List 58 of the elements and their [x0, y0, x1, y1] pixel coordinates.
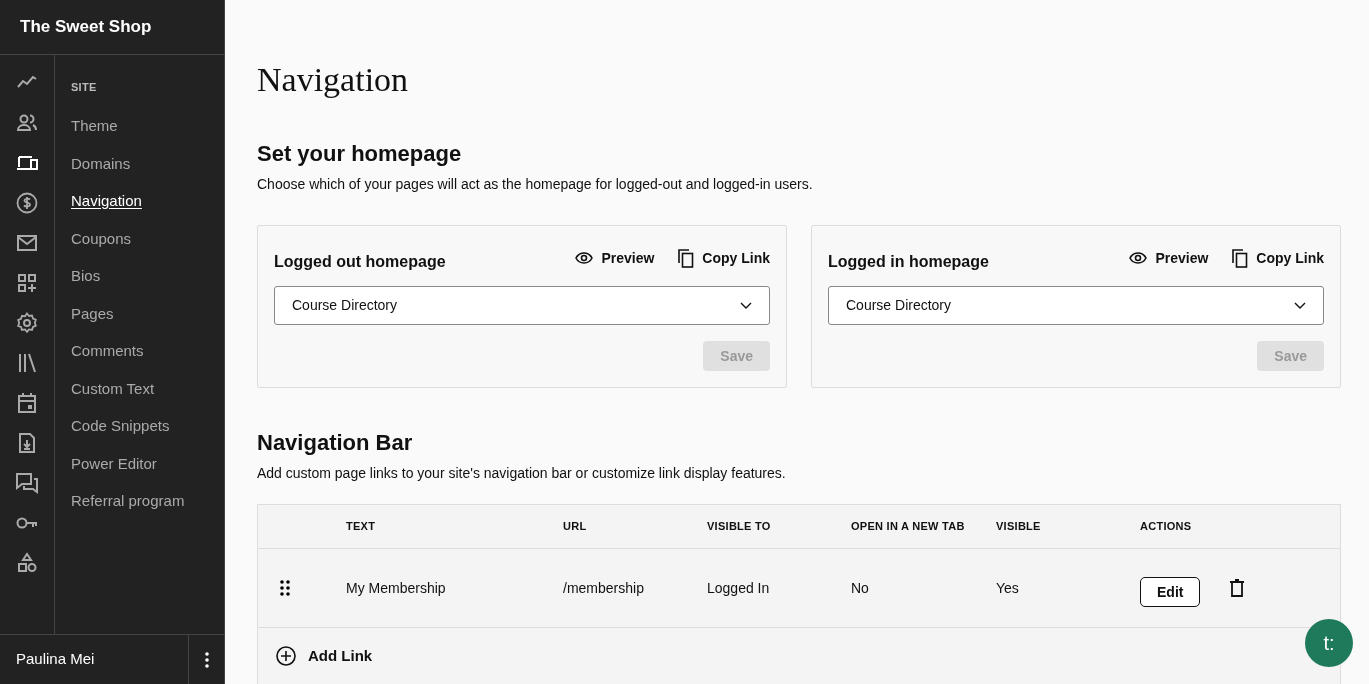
site-name: The Sweet Shop [20, 16, 152, 39]
sidebar-item[interactable]: Power Editor [71, 445, 224, 483]
user-name: Paulina Mei [15, 649, 96, 670]
sidebar-item[interactable]: Pages [71, 295, 224, 333]
sidebar-item[interactable]: Coupons [71, 220, 224, 258]
sidebar-item[interactable]: Code Snippets [71, 407, 224, 445]
section-title: Navigation Bar [257, 429, 414, 457]
copy-link-button[interactable]: Copy Link [678, 247, 770, 269]
table-cell-text: /membership [563, 578, 645, 598]
table-cell-text: My Membership [346, 578, 447, 598]
eye-icon [575, 252, 594, 264]
chevron-down-icon [1294, 302, 1306, 309]
sidebar-item[interactable]: Domains [71, 145, 224, 183]
chat-button[interactable]: t: [1305, 619, 1353, 667]
homepage-dropdown[interactable]: Course Directory [828, 286, 1324, 325]
section-description: Add custom page links to your site's navigation bar or customize link display features. [257, 464, 787, 483]
preview-button[interactable]: Preview [575, 247, 655, 269]
copy-link-button[interactable]: Copy Link [1232, 247, 1324, 269]
column-header: VISIBLE [996, 519, 1042, 535]
more-icon [204, 651, 209, 668]
dollar-icon [15, 191, 39, 215]
section-description: Choose which of your pages will act as the homepage for logged-out and logged-in users. [257, 175, 814, 194]
drag-handle-icon[interactable] [280, 580, 290, 596]
trash-icon [1230, 579, 1245, 597]
card-title: Logged out homepage [274, 252, 447, 272]
table-cell-text: Yes [996, 578, 1020, 598]
column-header: OPEN IN A NEW TAB [851, 519, 966, 535]
column-header: URL [563, 519, 588, 535]
column-header: TEXT [346, 519, 377, 535]
table-cell-text: Logged In [707, 578, 771, 598]
preview-button[interactable]: Preview [1129, 247, 1209, 269]
page-title: Navigation [257, 60, 410, 100]
chevron-down-icon [740, 302, 752, 309]
apps-icon [15, 271, 39, 295]
copy-icon [678, 248, 695, 268]
eye-icon [1129, 252, 1148, 264]
sidebar-item[interactable]: Theme [71, 107, 224, 145]
sidebar-item[interactable]: Navigation [71, 182, 224, 220]
delete-button[interactable] [1230, 579, 1245, 597]
sidebar-item[interactable]: Comments [71, 332, 224, 370]
column-header: ACTIONS [1140, 519, 1193, 535]
sidebar-item[interactable]: Custom Text [71, 370, 224, 408]
section-heading: SITE [71, 80, 98, 95]
sidebar-item[interactable]: Referral program [71, 482, 224, 520]
sidebar-item[interactable]: Bios [71, 257, 224, 295]
plus-circle-icon [276, 646, 296, 666]
column-header: VISIBLE TO [707, 519, 772, 535]
chat-icon [15, 471, 39, 495]
shapes-icon [15, 551, 39, 575]
settings-icon [15, 311, 39, 335]
add-link-button[interactable]: Add Link [276, 644, 373, 668]
homepage-dropdown[interactable]: Course Directory [274, 286, 770, 325]
calendar-icon [15, 391, 39, 415]
edit-button[interactable]: Edit [1140, 577, 1201, 607]
copy-icon [1232, 248, 1249, 268]
card-title: Logged in homepage [828, 252, 990, 272]
table-cell-text: No [851, 578, 870, 598]
section-title: Set your homepage [257, 140, 463, 168]
